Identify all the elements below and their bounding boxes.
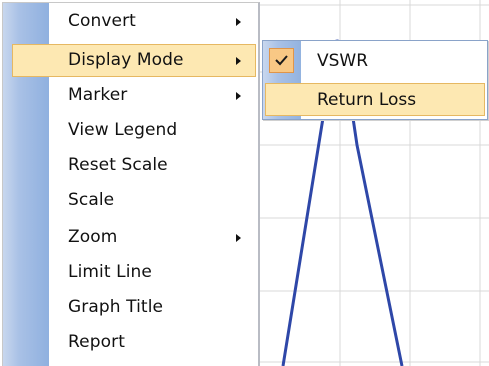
app-window: Convert Display Mode Marker View Legend … (0, 0, 489, 366)
menu-item-label: Zoom (68, 227, 118, 247)
display-mode-submenu: VSWR Return Loss (262, 40, 488, 120)
submenu-item-vswr[interactable]: VSWR (265, 44, 485, 77)
menu-item-convert[interactable]: Convert (12, 5, 256, 38)
submenu-item-return-loss[interactable]: Return Loss (265, 83, 485, 116)
menu-item-graph-title[interactable]: Graph Title (12, 291, 256, 324)
menu-item-limit-line[interactable]: Limit Line (12, 256, 256, 289)
menu-item-report[interactable]: Report (12, 326, 256, 359)
submenu-item-label: VSWR (317, 51, 369, 71)
menu-item-label: Display Mode (68, 50, 184, 70)
chevron-right-icon (236, 234, 241, 242)
menu-item-label: Report (68, 332, 125, 352)
menu-item-reset-scale[interactable]: Reset Scale (12, 149, 256, 182)
chevron-right-icon (236, 57, 241, 65)
menu-item-zoom[interactable]: Zoom (12, 221, 256, 254)
chevron-right-icon (236, 18, 241, 26)
submenu-item-label: Return Loss (317, 90, 417, 110)
menu-item-label: Reset Scale (68, 155, 168, 175)
menu-item-label: View Legend (68, 120, 178, 140)
menu-item-scale[interactable]: Scale (12, 184, 256, 217)
menu-item-label: Convert (68, 11, 136, 31)
checkmark-icon (269, 48, 294, 73)
menu-item-label: Scale (68, 190, 115, 210)
menu-item-label: Graph Title (68, 297, 164, 317)
menu-item-display-mode[interactable]: Display Mode (12, 44, 256, 77)
graph-context-menu: Convert Display Mode Marker View Legend … (2, 2, 260, 366)
menu-item-marker[interactable]: Marker (12, 79, 256, 112)
menu-item-label: Marker (68, 85, 128, 105)
menu-item-view-legend[interactable]: View Legend (12, 114, 256, 147)
chevron-right-icon (236, 92, 241, 100)
menu-item-label: Limit Line (68, 262, 152, 282)
